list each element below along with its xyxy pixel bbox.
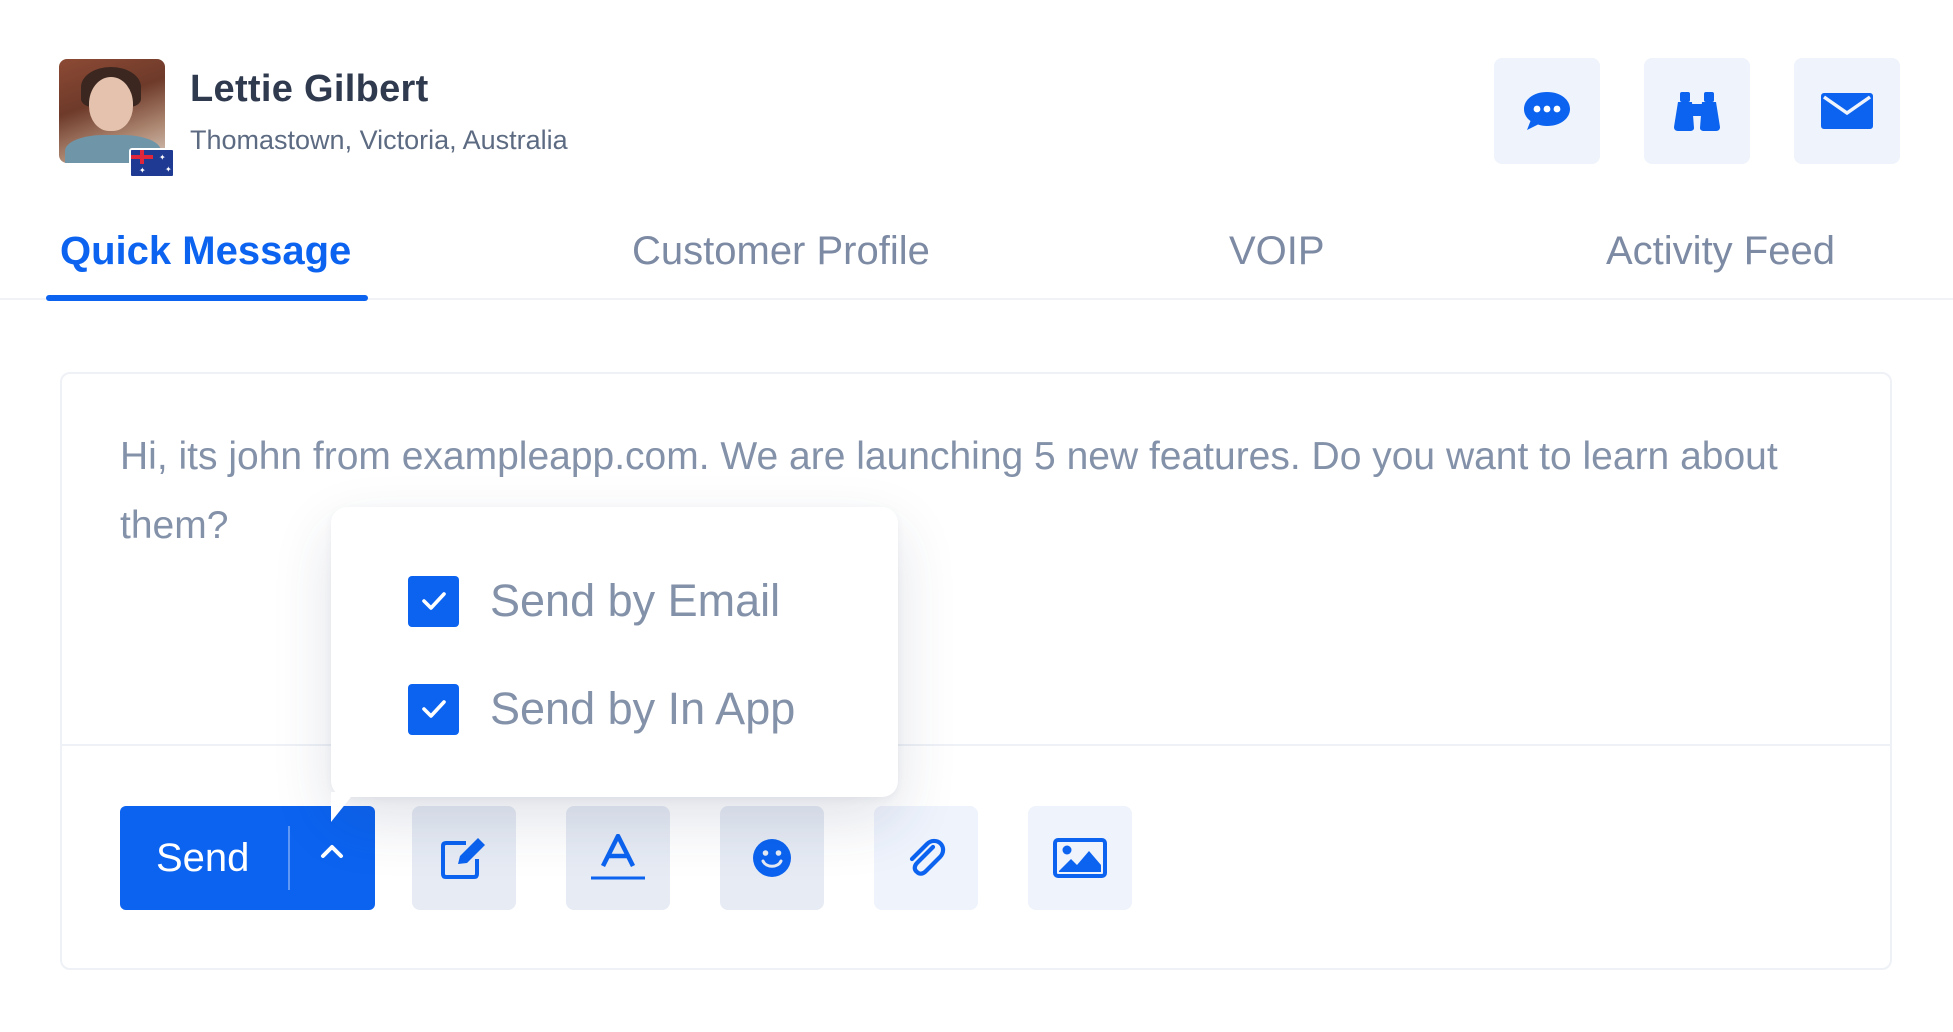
chat-button[interactable] xyxy=(1494,58,1600,164)
active-tab-indicator xyxy=(46,295,368,301)
tab-bar: Quick Message Customer Profile VOIP Acti… xyxy=(0,225,1953,301)
send-button-divider xyxy=(288,826,290,890)
edit-icon xyxy=(441,838,485,879)
send-by-email-checkbox[interactable] xyxy=(408,575,459,627)
send-by-in-app-label: Send by In App xyxy=(490,683,796,734)
tab-activity-feed[interactable]: Activity Feed xyxy=(1606,229,1835,274)
emoji-icon xyxy=(753,839,791,877)
contact-location: Thomastown, Victoria, Australia xyxy=(190,125,568,155)
edit-button[interactable] xyxy=(412,806,516,910)
image-button[interactable] xyxy=(1028,806,1132,910)
email-button[interactable] xyxy=(1794,58,1900,164)
send-by-email-option[interactable]: Send by Email xyxy=(408,575,780,627)
checkmark-icon xyxy=(421,700,446,718)
attachment-icon xyxy=(909,838,946,876)
image-icon xyxy=(1053,838,1107,878)
checkmark-icon xyxy=(421,592,446,610)
binoculars-icon xyxy=(1674,92,1720,131)
tab-voip[interactable]: VOIP xyxy=(1229,229,1325,274)
send-by-email-label: Send by Email xyxy=(490,575,781,626)
australia-flag-icon: ✦ ✦ ✦ xyxy=(129,148,175,178)
send-by-in-app-option[interactable]: Send by In App xyxy=(408,683,795,735)
tab-quick-message[interactable]: Quick Message xyxy=(60,229,351,274)
send-button-label: Send xyxy=(156,836,250,880)
text-format-icon xyxy=(591,834,645,880)
send-by-in-app-checkbox[interactable] xyxy=(408,683,459,735)
emoji-button[interactable] xyxy=(720,806,824,910)
popup-caret xyxy=(331,792,355,822)
attachment-button[interactable] xyxy=(874,806,978,910)
chat-bubble-icon xyxy=(1524,92,1570,130)
contact-name: Lettie Gilbert xyxy=(190,68,429,110)
envelope-icon xyxy=(1821,93,1873,129)
send-options-popup: Send by Email Send by In App xyxy=(331,507,898,797)
tab-customer-profile[interactable]: Customer Profile xyxy=(632,229,930,274)
avatar[interactable]: ✦ ✦ ✦ xyxy=(59,59,175,178)
text-format-button[interactable] xyxy=(566,806,670,910)
binoculars-button[interactable] xyxy=(1644,58,1750,164)
chevron-up-icon[interactable] xyxy=(320,842,344,860)
contact-card: ✦ ✦ ✦ Lettie Gilbert Thomastown, Victori… xyxy=(0,0,1953,1032)
